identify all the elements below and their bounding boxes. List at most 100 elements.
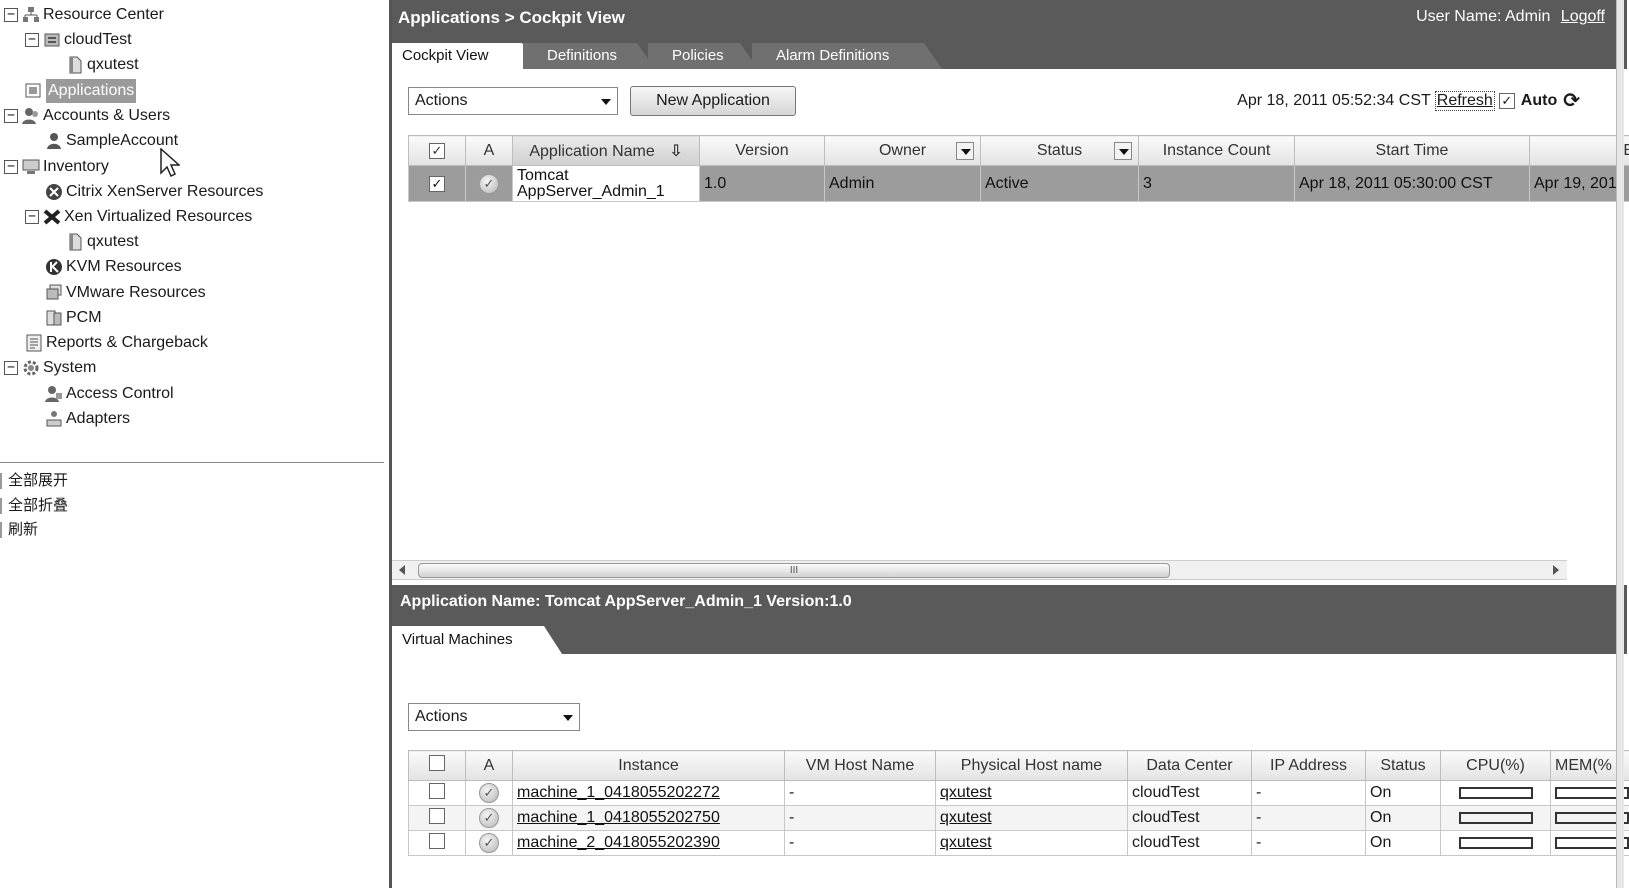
- tree-label: Accounts & Users: [43, 107, 171, 124]
- column-header-status[interactable]: Status: [980, 135, 1139, 166]
- scroll-thumb[interactable]: III: [418, 563, 1170, 578]
- sort-descending-icon[interactable]: ⇩: [669, 143, 682, 160]
- status-filter-dropdown-icon[interactable]: [1114, 142, 1132, 160]
- instance-cell: machine_1_0418055202750: [512, 805, 785, 831]
- select-all-checkbox[interactable]: ✓: [429, 142, 445, 159]
- tree-item-adapters[interactable]: Adapters: [45, 407, 130, 431]
- vertical-scrollbar[interactable]: [1616, 0, 1624, 888]
- row-select-cell[interactable]: [408, 780, 466, 806]
- status-ok-icon: ✓: [479, 833, 499, 853]
- tree-item-sample-account[interactable]: SampleAccount: [45, 129, 178, 153]
- collapse-toggle-icon[interactable]: −: [25, 210, 39, 224]
- select-all-header[interactable]: [408, 750, 466, 781]
- data-center-cell: cloudTest: [1127, 780, 1252, 806]
- owner-filter-dropdown-icon[interactable]: [956, 142, 974, 160]
- tree-item-pcm[interactable]: PCM: [45, 306, 102, 330]
- tree-item-applications[interactable]: Applications: [25, 79, 137, 103]
- column-header-owner[interactable]: Owner: [824, 135, 981, 166]
- instance-link[interactable]: machine_2_0418055202390: [517, 834, 720, 851]
- tree-item-xen[interactable]: − Xen Virtualized Resources: [25, 205, 252, 229]
- tab-cockpit-view[interactable]: Cockpit View: [392, 43, 540, 69]
- status-ok-icon: ✓: [479, 808, 499, 828]
- collapse-toggle-icon[interactable]: −: [4, 8, 18, 22]
- refresh-link[interactable]: Refresh: [1434, 90, 1495, 111]
- tree-item-resource-center[interactable]: − Resource Center: [4, 3, 164, 27]
- tree-item-vmware[interactable]: VMware Resources: [45, 281, 206, 305]
- tree-item-qxutest-xen[interactable]: qxutest: [66, 230, 139, 254]
- instance-link[interactable]: machine_1_0418055202750: [517, 809, 720, 826]
- column-header-version[interactable]: Version: [699, 135, 825, 166]
- scroll-left-icon[interactable]: [399, 565, 405, 575]
- tree-item-qxutest[interactable]: qxutest: [66, 53, 139, 77]
- row-checkbox[interactable]: [429, 782, 445, 799]
- row-select-cell[interactable]: ✓: [408, 165, 466, 202]
- instance-link[interactable]: machine_1_0418055202272: [517, 784, 720, 801]
- tab-virtual-machines[interactable]: Virtual Machines: [392, 626, 562, 654]
- tree-item-reports[interactable]: Reports & Chargeback: [25, 331, 208, 355]
- horizontal-scrollbar[interactable]: III: [392, 560, 1567, 580]
- column-header-status[interactable]: Status: [1365, 750, 1441, 781]
- actions-select[interactable]: Actions: [408, 87, 618, 115]
- status-ok-icon: ✓: [479, 783, 499, 803]
- tree-label: qxutest: [87, 233, 139, 250]
- tab-definitions[interactable]: Definitions: [523, 43, 655, 69]
- column-header-instance[interactable]: Instance: [512, 750, 785, 781]
- collapse-toggle-icon[interactable]: −: [25, 33, 39, 47]
- table-row[interactable]: ✓ machine_2_0418055202390 - qxutest clou…: [408, 830, 1629, 856]
- tree-item-cloudtest[interactable]: − cloudTest: [25, 28, 132, 52]
- column-header-instance-count[interactable]: Instance Count: [1138, 135, 1295, 166]
- refresh-area: Apr 18, 2011 05:52:34 CST Refresh ✓ Auto…: [1237, 88, 1580, 113]
- context-collapse-all[interactable]: 全部折叠: [8, 495, 68, 517]
- context-expand-all[interactable]: 全部展开: [8, 470, 68, 492]
- data-center-cell: cloudTest: [1127, 805, 1252, 831]
- column-header-application-name[interactable]: Application Name ⇩: [512, 135, 700, 166]
- physical-host-link[interactable]: qxutest: [940, 784, 992, 801]
- app-name-cell[interactable]: Tomcat AppServer_Admin_1: [512, 165, 700, 202]
- column-header-physical-host-name[interactable]: Physical Host name: [935, 750, 1128, 781]
- auto-refresh-checkbox[interactable]: ✓: [1498, 92, 1515, 109]
- scroll-right-icon[interactable]: [1553, 565, 1559, 575]
- table-row[interactable]: ✓ machine_1_0418055202750 - qxutest clou…: [408, 805, 1629, 831]
- tree-item-system[interactable]: − System: [4, 356, 96, 380]
- new-application-button[interactable]: New Application: [630, 86, 796, 116]
- tree-item-accounts-users[interactable]: − Accounts & Users: [4, 104, 170, 128]
- host-file-icon: [66, 56, 84, 74]
- table-row[interactable]: ✓ ✓ Tomcat AppServer_Admin_1 1.0 Admin A…: [408, 165, 1629, 202]
- collapse-toggle-icon[interactable]: −: [4, 361, 18, 375]
- context-refresh[interactable]: 刷新: [8, 519, 38, 541]
- column-header-start-time[interactable]: Start Time: [1294, 135, 1530, 166]
- column-header-end-time[interactable]: E: [1529, 135, 1629, 166]
- column-header-a[interactable]: A: [465, 135, 513, 166]
- tree-item-inventory[interactable]: − Inventory: [4, 155, 109, 179]
- column-header-vm-host-name[interactable]: VM Host Name: [784, 750, 936, 781]
- detail-tab-bar: Virtual Machines: [392, 619, 1627, 654]
- vm-actions-select[interactable]: Actions: [408, 703, 580, 731]
- instance-count-cell: 3: [1138, 165, 1295, 202]
- collapse-toggle-icon[interactable]: −: [4, 160, 18, 174]
- row-select-cell[interactable]: [408, 830, 466, 856]
- physical-host-link[interactable]: qxutest: [940, 834, 992, 851]
- column-header-cpu[interactable]: CPU(%): [1440, 750, 1551, 781]
- applications-icon: [25, 82, 43, 100]
- row-select-cell[interactable]: [408, 805, 466, 831]
- ip-cell: -: [1251, 830, 1366, 856]
- sync-icon[interactable]: ⟳: [1563, 88, 1580, 113]
- tree-item-access-control[interactable]: Access Control: [45, 382, 174, 406]
- tree-item-kvm[interactable]: KVM Resources: [45, 255, 182, 279]
- table-row[interactable]: ✓ machine_1_0418055202272 - qxutest clou…: [408, 780, 1629, 806]
- row-checkbox[interactable]: ✓: [429, 175, 445, 192]
- tab-policies[interactable]: Policies: [648, 43, 758, 69]
- select-all-checkbox[interactable]: [429, 755, 445, 771]
- physical-host-link[interactable]: qxutest: [940, 809, 992, 826]
- tree-item-citrix[interactable]: Citrix XenServer Resources: [45, 180, 263, 204]
- collapse-toggle-icon[interactable]: −: [4, 109, 18, 123]
- select-all-header[interactable]: ✓: [408, 135, 466, 166]
- column-header-a[interactable]: A: [465, 750, 513, 781]
- logoff-link[interactable]: Logoff: [1561, 8, 1605, 25]
- column-header-ip-address[interactable]: IP Address: [1251, 750, 1366, 781]
- column-header-data-center[interactable]: Data Center: [1127, 750, 1252, 781]
- physical-host-cell: qxutest: [935, 805, 1128, 831]
- row-checkbox[interactable]: [429, 807, 445, 824]
- row-checkbox[interactable]: [429, 832, 445, 849]
- tab-alarm-definitions[interactable]: Alarm Definitions: [752, 43, 942, 69]
